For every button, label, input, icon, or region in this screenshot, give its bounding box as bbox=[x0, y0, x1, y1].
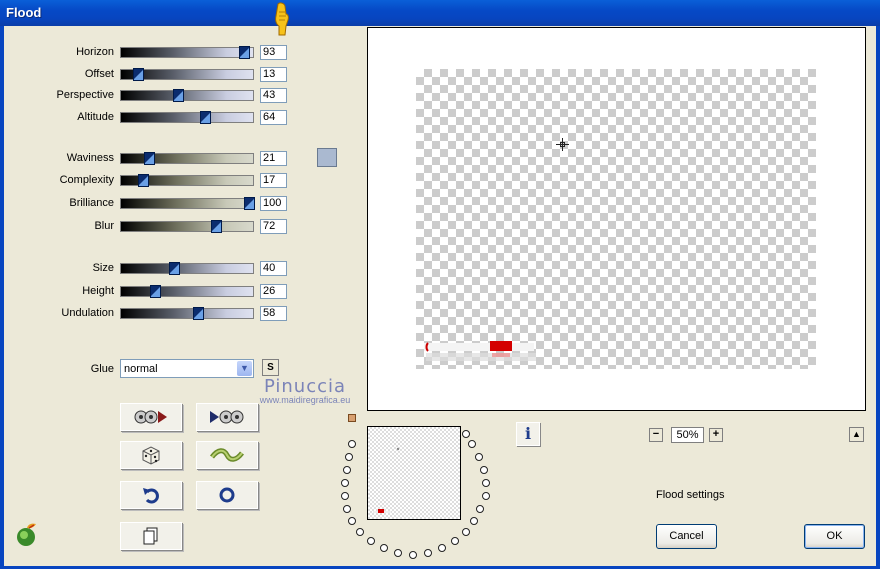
slider-track[interactable] bbox=[120, 68, 254, 81]
window-frame-left bbox=[0, 26, 4, 569]
slider-track[interactable] bbox=[120, 111, 254, 124]
title-bar: Flood bbox=[0, 0, 880, 26]
slider-label: Waviness bbox=[66, 152, 114, 164]
reset-button[interactable] bbox=[120, 481, 182, 509]
slider-track[interactable] bbox=[120, 152, 254, 165]
slider-value-input[interactable]: 72 bbox=[260, 219, 287, 234]
watermark-name: Pinuccia bbox=[263, 376, 347, 397]
status-text: Flood settings bbox=[656, 489, 725, 501]
slider-track[interactable] bbox=[120, 89, 254, 102]
copy-icon bbox=[143, 527, 158, 545]
slider-track[interactable] bbox=[120, 220, 254, 233]
slider-track[interactable] bbox=[120, 174, 254, 187]
slider-track[interactable] bbox=[120, 285, 254, 298]
slider-track[interactable] bbox=[120, 307, 254, 320]
slider-thumb[interactable] bbox=[168, 262, 180, 275]
default-button[interactable] bbox=[196, 481, 258, 509]
window-frame-right bbox=[876, 26, 880, 569]
load-preset-button[interactable] bbox=[120, 403, 182, 431]
slider-label: Horizon bbox=[76, 46, 114, 58]
glue-select[interactable]: normal ▼ bbox=[120, 359, 254, 378]
randomize-button[interactable] bbox=[120, 441, 182, 469]
default-circle-icon bbox=[219, 487, 235, 503]
slider-thumb[interactable] bbox=[211, 220, 223, 233]
copy-button[interactable] bbox=[120, 522, 182, 550]
zoom-level: 50% bbox=[671, 427, 704, 443]
save-preset-button[interactable] bbox=[196, 403, 258, 431]
navigator-marker bbox=[396, 447, 400, 451]
slider-thumb[interactable] bbox=[172, 89, 184, 102]
cancel-button[interactable]: Cancel bbox=[656, 524, 717, 549]
slider-value-input[interactable]: 26 bbox=[260, 284, 287, 299]
zoom-out-button[interactable]: − bbox=[649, 428, 663, 442]
navigator-content bbox=[373, 509, 391, 513]
reset-undo-icon bbox=[143, 488, 159, 504]
slider-thumb[interactable] bbox=[244, 197, 255, 210]
chevron-down-icon[interactable]: ▼ bbox=[237, 361, 252, 376]
glue-s-button[interactable]: S bbox=[262, 359, 279, 376]
slider-track[interactable] bbox=[120, 262, 254, 275]
slider-thumb[interactable] bbox=[138, 174, 150, 187]
slider-track[interactable] bbox=[120, 197, 255, 210]
slider-value-input[interactable]: 100 bbox=[260, 196, 287, 211]
load-preset-icon bbox=[134, 410, 167, 424]
save-preset-icon bbox=[210, 410, 244, 424]
pointing-hand-icon bbox=[275, 2, 289, 36]
slider-value-input[interactable]: 21 bbox=[260, 151, 287, 166]
slider-thumb[interactable] bbox=[238, 46, 250, 59]
slider-value-input[interactable]: 17 bbox=[260, 173, 287, 188]
crosshair-icon bbox=[556, 138, 569, 151]
slider-value-input[interactable]: 43 bbox=[260, 88, 287, 103]
randomize-dice-icon bbox=[142, 446, 160, 465]
transparent-canvas bbox=[416, 69, 816, 369]
slider-thumb[interactable] bbox=[150, 285, 162, 298]
slider-track[interactable] bbox=[120, 46, 254, 59]
slider-label: Complexity bbox=[59, 174, 114, 186]
slider-label: Altitude bbox=[77, 111, 114, 123]
wave-preset-button[interactable] bbox=[196, 441, 258, 469]
info-button[interactable]: i bbox=[516, 422, 540, 446]
slider-label: Brilliance bbox=[69, 197, 114, 209]
preview-content bbox=[424, 341, 536, 361]
navigator-handle[interactable] bbox=[348, 414, 356, 422]
watermark: Pinuccia www.maidiregrafica.eu bbox=[244, 376, 366, 405]
plugin-logo-icon bbox=[17, 523, 36, 546]
glue-label: Glue bbox=[90, 363, 114, 375]
glue-select-value: normal bbox=[124, 363, 158, 375]
slider-thumb[interactable] bbox=[133, 68, 145, 81]
ok-button[interactable]: OK bbox=[804, 524, 865, 549]
slider-label: Undulation bbox=[61, 307, 114, 319]
slider-value-input[interactable]: 64 bbox=[260, 110, 287, 125]
slider-label: Size bbox=[92, 262, 114, 274]
slider-label: Perspective bbox=[56, 89, 114, 101]
slider-value-input[interactable]: 58 bbox=[260, 306, 287, 321]
slider-label: Blur bbox=[94, 220, 114, 232]
window-title: Flood bbox=[6, 5, 42, 20]
watermark-url: www.maidiregrafica.eu bbox=[259, 395, 351, 405]
color-swatch[interactable] bbox=[317, 148, 337, 167]
slider-thumb[interactable] bbox=[143, 152, 155, 165]
preview-canvas[interactable] bbox=[367, 27, 866, 411]
slider-thumb[interactable] bbox=[200, 111, 212, 124]
zoom-in-button[interactable]: + bbox=[709, 428, 723, 442]
slider-value-input[interactable]: 13 bbox=[260, 67, 287, 82]
slider-thumb[interactable] bbox=[192, 307, 204, 320]
slider-value-input[interactable]: 93 bbox=[260, 45, 287, 60]
slider-label: Height bbox=[82, 285, 114, 297]
navigator-thumbnail[interactable] bbox=[367, 426, 461, 520]
slider-label: Offset bbox=[84, 68, 114, 80]
slider-value-input[interactable]: 40 bbox=[260, 261, 287, 276]
wave-preset-icon bbox=[210, 448, 244, 462]
collapse-up-button[interactable]: ▲ bbox=[849, 427, 864, 442]
